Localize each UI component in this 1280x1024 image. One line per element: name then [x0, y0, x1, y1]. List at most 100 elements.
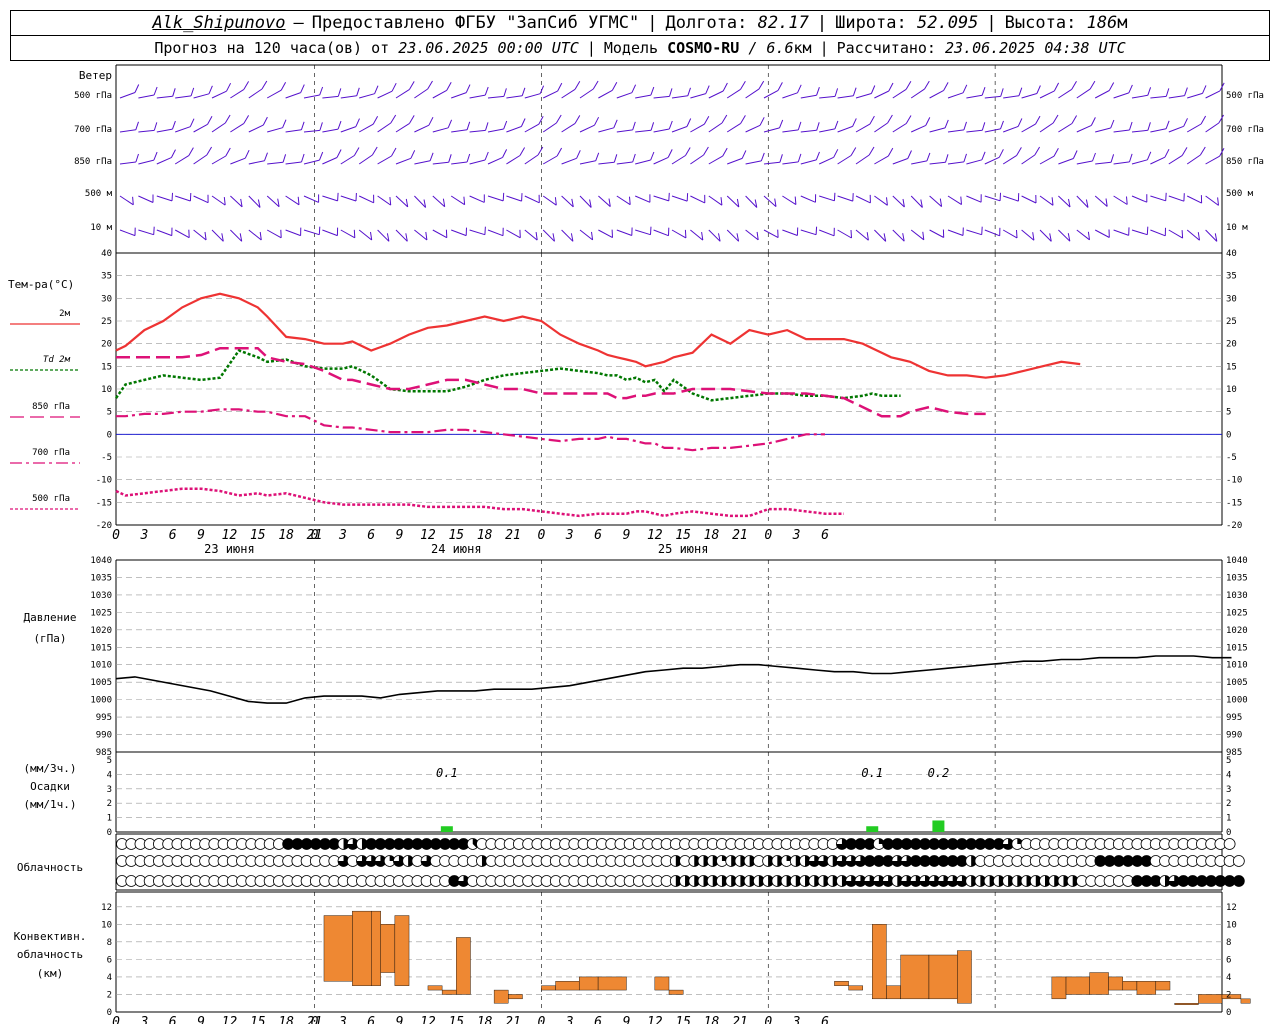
wind-barb	[211, 195, 226, 206]
wind-barb-feather	[868, 146, 875, 156]
wind-level-label-left: 500 гПа	[74, 91, 112, 101]
wind-barb-feather	[960, 196, 962, 205]
wind-barb-feather	[1071, 115, 1078, 124]
wind-barb	[303, 94, 320, 99]
wind-barb	[138, 159, 155, 165]
wind-barb	[929, 229, 944, 238]
wind-barb	[561, 229, 574, 242]
wind-barb	[782, 195, 797, 206]
wind-barb-feather	[611, 82, 618, 91]
wind-barb	[395, 157, 412, 165]
wind-barb	[359, 93, 375, 99]
wind-barb	[984, 195, 1001, 202]
wind-barb-feather	[374, 85, 379, 94]
wind-barb-feather	[1164, 148, 1170, 158]
wind-barb	[340, 195, 357, 202]
wind-barb	[432, 127, 449, 133]
wind-barb-feather	[243, 115, 250, 124]
precip-tick-left: 1	[107, 814, 112, 824]
wind-level-label-right: 500 м	[1226, 189, 1254, 199]
wind-barb	[395, 229, 408, 242]
temp-tick-left: 40	[101, 249, 112, 259]
hour-tick-label: 15	[250, 528, 266, 543]
precip-tick-right: 0	[1226, 828, 1231, 838]
conv-cloud-bar	[555, 981, 580, 991]
wind-barb-feather	[779, 154, 783, 163]
wind-barb	[819, 229, 835, 237]
wind-barb-feather	[539, 85, 545, 94]
wind-barb-feather	[1018, 87, 1023, 96]
wind-barb	[929, 161, 946, 165]
wind-barb-feather	[720, 197, 723, 206]
wind-barb	[1003, 125, 1019, 133]
wind-barb	[966, 229, 982, 236]
wind-barb	[524, 93, 541, 99]
wind-barb	[1003, 195, 1019, 202]
wind-barb	[358, 229, 373, 241]
wind-barb	[524, 229, 538, 241]
wind-barb-feather	[925, 117, 931, 126]
wind-barb	[340, 95, 357, 99]
wind-barb-feather	[779, 119, 784, 129]
wind-barb	[616, 92, 633, 99]
wind-barb	[1076, 88, 1091, 99]
wind-barb	[837, 125, 853, 133]
pressure-tick-right: 1025	[1226, 608, 1248, 618]
wind-barb	[322, 229, 338, 237]
wind-barb	[1150, 229, 1166, 237]
wind-barb-feather	[1126, 196, 1128, 205]
wind-barb	[1021, 229, 1035, 241]
wind-barb	[579, 229, 593, 241]
wind-barb	[542, 195, 557, 206]
wind-barb	[892, 123, 907, 133]
wind-barb	[1002, 229, 1018, 239]
wind-barb-feather	[1147, 122, 1151, 131]
wind-barb	[487, 195, 504, 202]
wind-barb	[395, 195, 409, 208]
wind-barb-feather	[669, 88, 673, 97]
wind-barb	[156, 95, 173, 99]
hour-tick-label: 21	[732, 1015, 748, 1024]
wind-barb	[745, 124, 761, 133]
wind-barb	[1039, 195, 1054, 206]
wind-barb-feather	[557, 82, 563, 92]
wind-barb	[653, 128, 670, 133]
hour-tick-label: 9	[197, 1015, 205, 1024]
wind-barb	[671, 155, 686, 165]
wind-barb-feather	[319, 122, 323, 131]
wind-barb	[1205, 229, 1218, 242]
wind-barb-feather	[1017, 118, 1023, 127]
pressure-tick-left: 1005	[90, 678, 112, 688]
wind-barb	[193, 123, 208, 133]
conv-cloud-bar	[848, 985, 863, 991]
wind-barb-feather	[300, 84, 305, 93]
wind-barb-feather	[503, 88, 507, 97]
wind-barb-feather	[484, 86, 489, 96]
wind-barb-feather	[1129, 153, 1133, 163]
wind-barb	[1168, 125, 1184, 133]
wind-barb	[1076, 124, 1092, 133]
wind-barb-feather	[632, 121, 636, 131]
wind-barb-feather	[1052, 114, 1059, 124]
temp-series-0	[115, 292, 1081, 379]
wind-barb	[690, 195, 706, 204]
wind-barb-feather	[797, 121, 802, 131]
wind-barb	[340, 155, 355, 165]
wind-barb	[579, 195, 592, 208]
wind-barb	[487, 95, 504, 99]
wind-barb	[266, 195, 280, 208]
wind-barb	[175, 126, 191, 133]
wind-barbs	[119, 80, 1225, 242]
conv-cloud-bar	[427, 985, 443, 991]
wind-barb	[690, 154, 704, 165]
wind-barb-feather	[870, 85, 876, 94]
wind-barb	[230, 195, 243, 208]
wind-barb	[1205, 195, 1219, 206]
temp-tick-right: -15	[1226, 498, 1242, 508]
conv-tick-left: 12	[101, 903, 112, 913]
conv-cloud-bar	[834, 981, 849, 986]
hour-tick-label: 18	[704, 528, 720, 543]
wind-barb	[285, 92, 301, 99]
wind-barb-feather	[705, 85, 710, 94]
wind-barb	[487, 128, 504, 133]
